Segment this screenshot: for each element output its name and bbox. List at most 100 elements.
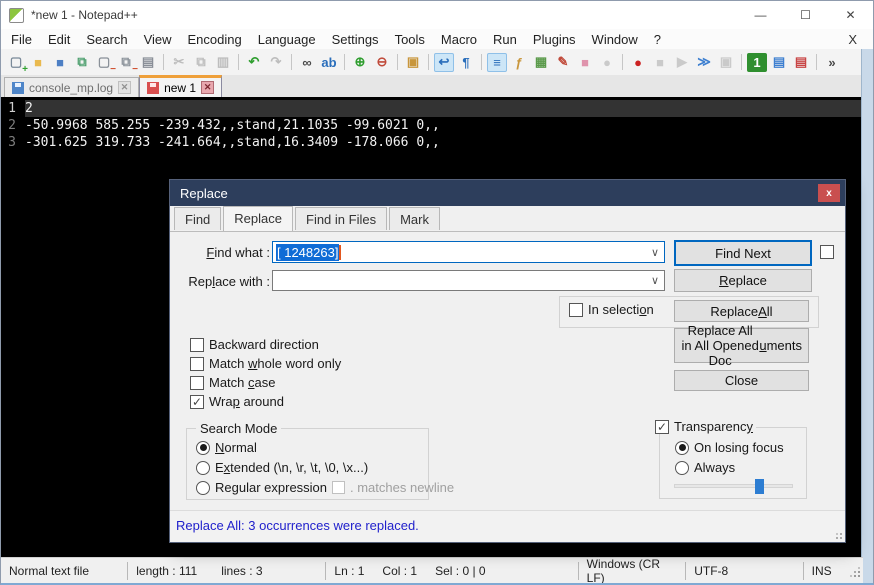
replace-all-open-docs-button[interactable]: Replace All in All Opened Documents [674, 328, 809, 363]
replace-with-combobox[interactable]: ∨ [272, 270, 665, 291]
save-file-icon[interactable]: ■ [50, 53, 70, 72]
wrap-around-checkbox[interactable]: ✓ [190, 395, 204, 409]
menu-search[interactable]: Search [78, 30, 135, 49]
search-mode-normal-option[interactable]: Normal [196, 440, 257, 455]
zoom-out-icon[interactable]: ⊖ [372, 53, 392, 72]
zoom-in-icon[interactable]: ⊕ [350, 53, 370, 72]
menu-plugins[interactable]: Plugins [525, 30, 584, 49]
dialog-close-button[interactable]: x [818, 184, 840, 202]
transparency-slider[interactable] [674, 484, 793, 488]
search-mode-extended-option[interactable]: Extended (\n, \r, \t, \0, \x...) [196, 460, 368, 475]
close-button[interactable]: ✕ [828, 1, 873, 29]
menu-?[interactable]: ? [646, 30, 669, 49]
wrap-around-option[interactable]: ✓ Wrap around [190, 394, 284, 409]
monitoring-list-blue-icon[interactable]: ▤ [769, 53, 789, 72]
cut-icon[interactable]: ✂ [169, 53, 189, 72]
replace-icon[interactable]: ab [319, 53, 339, 72]
always-option[interactable]: Always [675, 460, 735, 475]
record-macro-icon[interactable]: ● [628, 53, 648, 72]
close-dialog-button[interactable]: Close [674, 370, 809, 391]
menu-encoding[interactable]: Encoding [180, 30, 250, 49]
match-case-label: Match case [209, 375, 275, 390]
monitoring-list-red-icon[interactable]: ▤ [791, 53, 811, 72]
menu-window[interactable]: Window [584, 30, 646, 49]
document-edit-icon[interactable]: ✎ [553, 53, 573, 72]
copy-icon[interactable]: ⧉ [191, 53, 211, 72]
new-file-icon[interactable]: ▢+ [6, 53, 26, 72]
in-selection-option[interactable]: In selection [569, 302, 654, 317]
menu-file[interactable]: File [3, 30, 40, 49]
close-file-icon[interactable]: ▢− [94, 53, 114, 72]
file-tab-new-1[interactable]: new 1✕ [139, 75, 222, 97]
dialog-tab-find[interactable]: Find [174, 207, 221, 230]
combobox-dropdown-icon[interactable]: ∨ [646, 274, 664, 287]
indent-guide-icon[interactable]: ≡ [487, 53, 507, 72]
find-next-button[interactable]: Find Next [674, 240, 812, 266]
window-resize-grip[interactable] [847, 564, 861, 578]
redo-icon[interactable]: ↷ [266, 53, 286, 72]
find-what-combobox[interactable]: [ 1248263] ∨ [272, 241, 665, 263]
backward-direction-checkbox[interactable] [190, 338, 204, 352]
menu-settings[interactable]: Settings [324, 30, 387, 49]
whole-word-option[interactable]: Match whole word only [190, 356, 341, 371]
save-all-icon[interactable]: ⧉ [72, 53, 92, 72]
print-icon[interactable]: ▤ [138, 53, 158, 72]
dialog-tab-mark[interactable]: Mark [389, 207, 440, 230]
open-file-icon[interactable]: ■ [28, 53, 48, 72]
menu-language[interactable]: Language [250, 30, 324, 49]
sync-scrolling-icon[interactable]: ▣ [403, 53, 423, 72]
close-all-files-icon[interactable]: ⧉− [116, 53, 136, 72]
transparency-option[interactable]: ✓ Transparency [652, 419, 756, 434]
play-macro-icon[interactable]: ▶ [672, 53, 692, 72]
extended-radio[interactable] [196, 461, 210, 475]
transparency-slider-thumb[interactable] [755, 479, 764, 494]
menu-macro[interactable]: Macro [433, 30, 485, 49]
dialog-tab-find-in-files[interactable]: Find in Files [295, 207, 387, 230]
always-radio[interactable] [675, 461, 689, 475]
combobox-dropdown-icon[interactable]: ∨ [646, 246, 664, 259]
normal-radio[interactable] [196, 441, 210, 455]
dialog-title-bar[interactable]: Replace x [170, 180, 845, 206]
search-mode-regex-option[interactable]: Regular expression [196, 480, 327, 495]
backward-direction-option[interactable]: Backward direction [190, 337, 319, 352]
unlabeled-checkbox[interactable] [820, 245, 834, 259]
maximize-button[interactable]: ☐ [783, 1, 828, 29]
paste-icon[interactable]: ▥ [213, 53, 233, 72]
document-monitor-icon[interactable]: ● [597, 53, 617, 72]
stop-macro-icon[interactable]: ■ [650, 53, 670, 72]
on-losing-focus-option[interactable]: On losing focus [675, 440, 784, 455]
match-case-checkbox[interactable] [190, 376, 204, 390]
function-list-icon[interactable]: ƒ [509, 53, 529, 72]
in-selection-checkbox[interactable] [569, 303, 583, 317]
search-result-window-icon[interactable]: 1 [747, 53, 767, 72]
editor-scrollbar[interactable] [861, 49, 873, 584]
word-wrap-icon[interactable]: ↩ [434, 53, 454, 72]
menu-view[interactable]: View [136, 30, 180, 49]
replace-button[interactable]: Replace [674, 269, 812, 292]
toolbar-overflow-icon[interactable]: » [822, 53, 842, 72]
document-map-icon[interactable]: ▦ [531, 53, 551, 72]
tab-close-icon[interactable]: ✕ [201, 81, 214, 94]
dialog-tab-replace[interactable]: Replace [223, 206, 293, 231]
toolbar-separator [397, 54, 398, 70]
folder-as-workspace-icon[interactable]: ■ [575, 53, 595, 72]
file-tab-console_mp-log[interactable]: console_mp.log✕ [4, 77, 139, 97]
match-case-option[interactable]: Match case [190, 375, 275, 390]
undo-icon[interactable]: ↶ [244, 53, 264, 72]
on-losing-focus-radio[interactable] [675, 441, 689, 455]
menubar-close-icon[interactable]: X [842, 32, 863, 47]
menu-run[interactable]: Run [485, 30, 525, 49]
regex-radio[interactable] [196, 481, 210, 495]
minimize-button[interactable]: — [738, 1, 783, 29]
find-icon[interactable]: ∞ [297, 53, 317, 72]
dialog-resize-grip[interactable] [831, 528, 843, 540]
run-macro-multiple-icon[interactable]: ≫ [694, 53, 714, 72]
whole-word-checkbox[interactable] [190, 357, 204, 371]
transparency-checkbox[interactable]: ✓ [655, 420, 669, 434]
menu-tools[interactable]: Tools [387, 30, 433, 49]
menu-edit[interactable]: Edit [40, 30, 78, 49]
show-all-characters-icon[interactable]: ¶ [456, 53, 476, 72]
replace-all-button[interactable]: Replace All [674, 300, 809, 322]
save-macro-icon[interactable]: ▣ [716, 53, 736, 72]
tab-close-icon[interactable]: ✕ [118, 81, 131, 94]
